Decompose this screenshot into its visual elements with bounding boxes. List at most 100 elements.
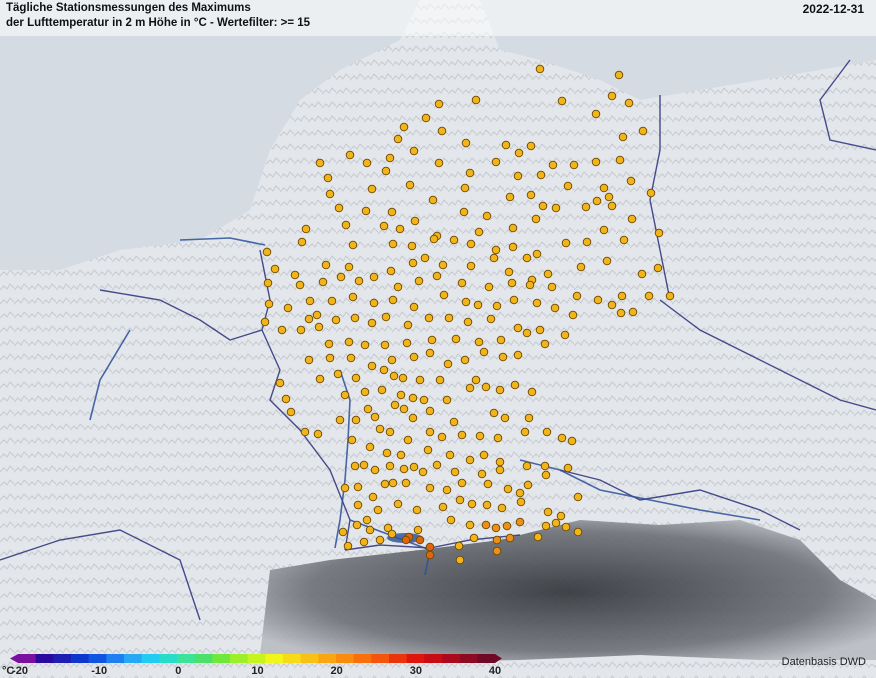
station-marker — [412, 505, 422, 515]
station-marker — [315, 374, 325, 384]
station-marker — [449, 235, 459, 245]
station-marker — [381, 166, 391, 176]
station-marker — [532, 249, 542, 259]
station-marker — [572, 291, 582, 301]
station-marker — [370, 412, 380, 422]
station-marker — [543, 507, 553, 517]
station-marker — [434, 158, 444, 168]
station-marker — [351, 373, 361, 383]
station-marker — [390, 400, 400, 410]
station-marker — [479, 347, 489, 357]
station-marker — [335, 415, 345, 425]
station-marker — [399, 464, 409, 474]
station-marker — [442, 485, 452, 495]
station-marker — [550, 303, 560, 313]
legend-tick: 0 — [175, 665, 182, 677]
station-marker — [438, 260, 448, 270]
station-marker — [551, 518, 561, 528]
station-marker — [277, 325, 287, 335]
station-marker — [408, 258, 418, 268]
legend-color-step — [71, 654, 89, 663]
station-marker — [455, 495, 465, 505]
station-marker — [340, 390, 350, 400]
station-marker — [505, 192, 515, 202]
station-marker — [573, 492, 583, 502]
station-marker — [362, 158, 372, 168]
station-marker — [338, 527, 348, 537]
station-marker — [425, 483, 435, 493]
station-marker — [424, 313, 434, 323]
station-marker — [451, 334, 461, 344]
station-marker — [526, 141, 536, 151]
station-marker — [520, 427, 530, 437]
station-marker — [481, 520, 491, 530]
station-marker — [599, 225, 609, 235]
station-marker — [388, 478, 398, 488]
station-marker — [443, 359, 453, 369]
station-marker — [395, 224, 405, 234]
station-marker — [515, 488, 525, 498]
station-marker — [423, 445, 433, 455]
station-marker — [607, 201, 617, 211]
station-marker — [522, 328, 532, 338]
station-marker — [614, 70, 624, 80]
station-marker — [535, 64, 545, 74]
station-marker — [524, 413, 534, 423]
station-marker — [469, 533, 479, 543]
station-marker — [576, 262, 586, 272]
station-marker — [393, 134, 403, 144]
station-marker — [402, 338, 412, 348]
station-marker — [346, 353, 356, 363]
station-marker — [516, 497, 526, 507]
station-marker — [380, 479, 390, 489]
station-marker — [607, 300, 617, 310]
station-marker — [432, 460, 442, 470]
station-marker — [495, 465, 505, 475]
station-marker — [409, 462, 419, 472]
station-marker — [646, 188, 656, 198]
station-marker — [503, 484, 513, 494]
station-marker — [379, 365, 389, 375]
station-marker — [304, 314, 314, 324]
station-marker — [290, 270, 300, 280]
station-marker — [373, 505, 383, 515]
station-marker — [504, 267, 514, 277]
legend-color-step — [18, 654, 36, 663]
station-marker — [344, 337, 354, 347]
station-marker — [492, 535, 502, 545]
station-marker — [350, 461, 360, 471]
station-marker — [465, 520, 475, 530]
station-marker — [331, 315, 341, 325]
station-marker — [408, 413, 418, 423]
station-marker — [301, 224, 311, 234]
station-marker — [262, 247, 272, 257]
legend-color-step — [247, 654, 266, 663]
station-marker — [489, 253, 499, 263]
station-marker — [474, 227, 484, 237]
station-marker — [475, 431, 485, 441]
station-marker — [532, 298, 542, 308]
station-marker — [563, 181, 573, 191]
legend-color-step — [424, 654, 443, 663]
station-marker — [507, 278, 517, 288]
legend-color-step — [88, 654, 107, 663]
legend-color-step — [283, 654, 301, 663]
station-marker — [295, 280, 305, 290]
station-marker — [270, 264, 280, 274]
station-marker — [425, 348, 435, 358]
station-marker — [334, 203, 344, 213]
station-marker — [513, 350, 523, 360]
station-marker — [446, 515, 456, 525]
station-marker — [457, 478, 467, 488]
station-marker — [275, 378, 285, 388]
station-marker — [644, 291, 654, 301]
station-marker — [351, 415, 361, 425]
legend-color-step — [53, 654, 72, 663]
station-marker — [508, 242, 518, 252]
station-marker — [495, 457, 505, 467]
station-marker — [385, 427, 395, 437]
station-marker — [526, 190, 536, 200]
station-marker — [501, 140, 511, 150]
station-marker — [496, 335, 506, 345]
legend-tick: -20 — [12, 665, 28, 677]
